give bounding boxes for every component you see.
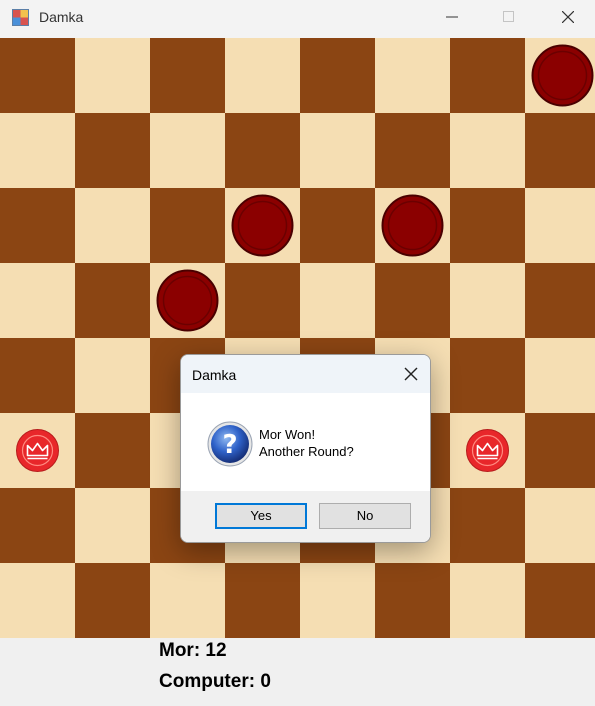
minimize-button[interactable] bbox=[429, 0, 475, 34]
question-icon: ? bbox=[207, 421, 253, 467]
player-score-label: Mor: 12 bbox=[159, 640, 227, 661]
board-square[interactable] bbox=[525, 113, 595, 188]
board-square[interactable] bbox=[525, 563, 595, 638]
board-square[interactable] bbox=[75, 263, 150, 338]
board-square[interactable] bbox=[525, 188, 595, 263]
board-square[interactable] bbox=[525, 338, 595, 413]
board-square[interactable] bbox=[300, 563, 375, 638]
checker-piece[interactable] bbox=[531, 44, 594, 107]
board-square[interactable] bbox=[225, 38, 300, 113]
board-square[interactable] bbox=[300, 263, 375, 338]
board-square[interactable] bbox=[450, 188, 525, 263]
board-square[interactable] bbox=[150, 188, 225, 263]
board-square[interactable] bbox=[450, 113, 525, 188]
dialog-message-line-1: Mor Won! bbox=[259, 427, 316, 442]
board-square[interactable] bbox=[0, 113, 75, 188]
board-square[interactable] bbox=[75, 563, 150, 638]
close-button[interactable] bbox=[545, 0, 591, 34]
board-square[interactable] bbox=[300, 38, 375, 113]
board-square[interactable] bbox=[150, 113, 225, 188]
maximize-icon bbox=[503, 11, 514, 22]
board-square[interactable] bbox=[300, 188, 375, 263]
king-piece[interactable] bbox=[16, 429, 59, 472]
no-button[interactable]: No bbox=[319, 503, 411, 529]
dialog-button-bar: Yes No bbox=[181, 491, 430, 542]
board-square[interactable] bbox=[75, 413, 150, 488]
board-square[interactable] bbox=[150, 563, 225, 638]
computer-score-label: Computer: 0 bbox=[159, 671, 271, 692]
board-square[interactable] bbox=[0, 563, 75, 638]
board-square[interactable] bbox=[525, 413, 595, 488]
board-square[interactable] bbox=[450, 338, 525, 413]
board-square[interactable] bbox=[0, 338, 75, 413]
close-icon bbox=[562, 11, 574, 23]
close-icon[interactable] bbox=[404, 367, 418, 381]
board-square[interactable] bbox=[75, 188, 150, 263]
checker-piece[interactable] bbox=[231, 194, 294, 257]
dialog-title-bar: Damka bbox=[181, 355, 430, 393]
board-square[interactable] bbox=[450, 263, 525, 338]
board-square[interactable] bbox=[225, 263, 300, 338]
window-title: Damka bbox=[39, 9, 84, 25]
board-square[interactable] bbox=[525, 488, 595, 563]
game-board[interactable] bbox=[0, 38, 595, 638]
king-piece[interactable] bbox=[466, 429, 509, 472]
board-square[interactable] bbox=[450, 38, 525, 113]
checker-piece[interactable] bbox=[381, 194, 444, 257]
message-dialog: Damka ? Mor Won! Another Round? Yes No bbox=[180, 354, 431, 543]
svg-text:?: ? bbox=[222, 430, 237, 460]
dialog-title: Damka bbox=[192, 367, 237, 383]
board-square[interactable] bbox=[375, 563, 450, 638]
board-square[interactable] bbox=[75, 338, 150, 413]
board-square[interactable] bbox=[450, 563, 525, 638]
board-square[interactable] bbox=[375, 38, 450, 113]
minimize-icon bbox=[446, 16, 458, 18]
board-square[interactable] bbox=[75, 488, 150, 563]
board-square[interactable] bbox=[0, 263, 75, 338]
dialog-message-line-2: Another Round? bbox=[259, 444, 354, 459]
yes-button[interactable]: Yes bbox=[215, 503, 307, 529]
checkerboard-app-icon bbox=[12, 9, 29, 26]
board-square[interactable] bbox=[0, 38, 75, 113]
board-square[interactable] bbox=[375, 113, 450, 188]
board-square[interactable] bbox=[225, 563, 300, 638]
board-square[interactable] bbox=[75, 113, 150, 188]
board-square[interactable] bbox=[525, 263, 595, 338]
checker-piece[interactable] bbox=[156, 269, 219, 332]
board-square[interactable] bbox=[0, 488, 75, 563]
dialog-body: ? Mor Won! Another Round? bbox=[181, 393, 430, 491]
board-square[interactable] bbox=[300, 113, 375, 188]
board-square[interactable] bbox=[225, 113, 300, 188]
board-square[interactable] bbox=[450, 488, 525, 563]
board-square[interactable] bbox=[150, 38, 225, 113]
board-square[interactable] bbox=[375, 263, 450, 338]
title-bar: Damka bbox=[0, 0, 595, 38]
maximize-button[interactable] bbox=[486, 0, 532, 34]
board-square[interactable] bbox=[0, 188, 75, 263]
board-square[interactable] bbox=[75, 38, 150, 113]
